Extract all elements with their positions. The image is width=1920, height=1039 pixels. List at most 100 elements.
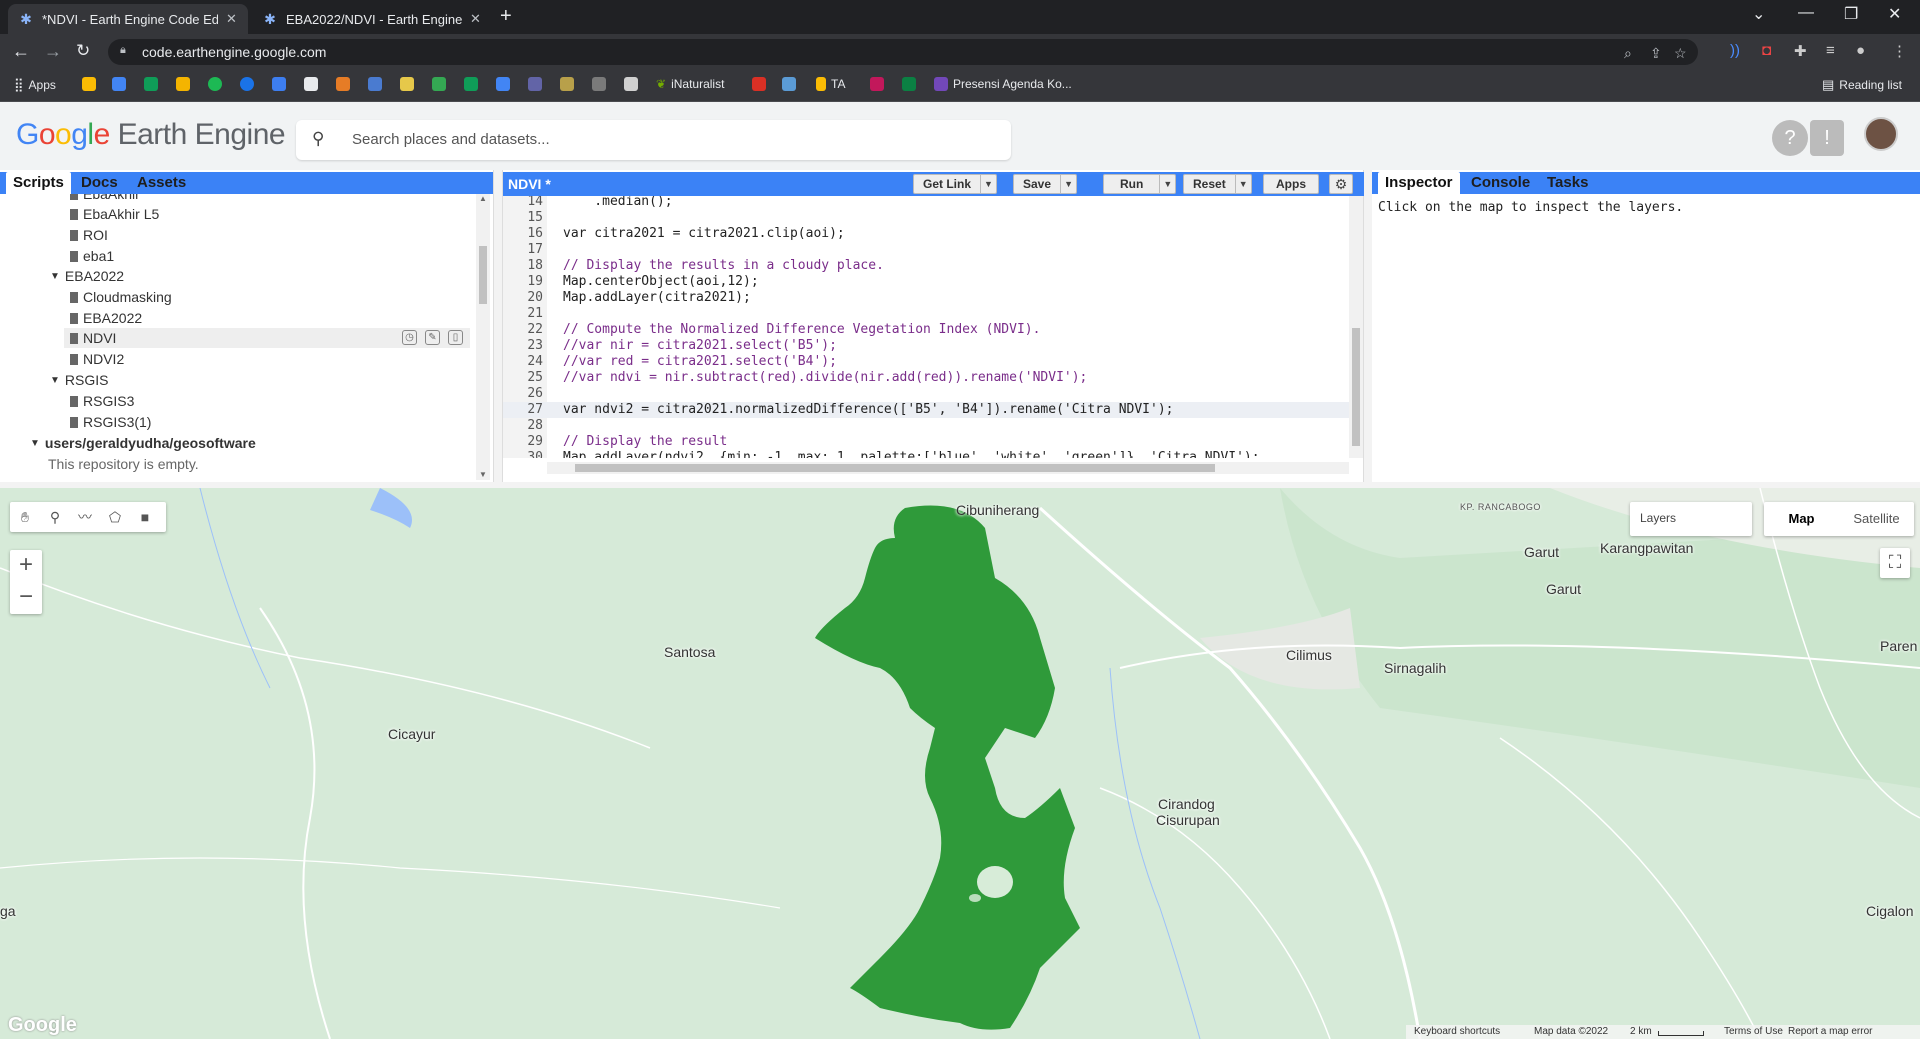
code-line[interactable]: 30 Map.addLayer(ndvi2, {min: -1, max: 1, … (503, 450, 1349, 458)
code-line[interactable]: 15 (503, 210, 1349, 226)
scale-label[interactable]: 2 km (1630, 1026, 1652, 1037)
scroll-down-icon[interactable]: ▼ (479, 470, 487, 479)
pan-hand-icon[interactable]: ✋︎ (10, 509, 40, 526)
map-type-map[interactable]: Map (1764, 502, 1839, 536)
browser-tab[interactable]: ✱ EBA2022/NDVI - Earth Engine Code ✕ (252, 4, 492, 34)
chevron-down-icon[interactable]: ▼ (1159, 175, 1175, 193)
bookmark-apps[interactable]: ⣿ Apps (14, 77, 56, 93)
code-line[interactable]: 20 Map.addLayer(citra2021); (503, 290, 1349, 306)
tree-item[interactable]: EBA2022 (70, 308, 142, 328)
earth-engine-logo[interactable]: Google Earth Engine (16, 118, 286, 152)
terms-link[interactable]: Terms of Use (1724, 1026, 1783, 1037)
media-queue-icon[interactable]: ≡ (1826, 42, 1835, 59)
report-error-link[interactable]: Report a map error (1788, 1026, 1872, 1037)
polygon-icon[interactable]: ⬠ (100, 509, 130, 526)
code-line[interactable]: 27 var ndvi2 = citra2021.normalizedDiffer… (503, 402, 1349, 418)
bookmark-icon[interactable] (902, 77, 916, 91)
left-scrollbar-thumb[interactable] (479, 246, 487, 304)
keyboard-shortcuts-link[interactable]: Keyboard shortcuts (1414, 1026, 1500, 1037)
bookmark-icon[interactable] (782, 77, 796, 91)
tree-item[interactable]: EbaAkhir (70, 194, 140, 204)
bookmark-icon[interactable] (870, 77, 884, 91)
drive-icon[interactable] (82, 77, 96, 91)
avatar[interactable] (1864, 117, 1898, 151)
bookmark-icon[interactable] (336, 77, 350, 91)
search-box[interactable]: ⚲ Search places and datasets... (296, 120, 1011, 160)
code-line[interactable]: 18 // Display the results in a cloudy pla… (503, 258, 1349, 274)
bookmark-icon[interactable] (400, 77, 414, 91)
code-line[interactable]: 17 (503, 242, 1349, 258)
tree-item[interactable]: NDVI2 (70, 349, 124, 369)
code-line[interactable]: 23 //var nir = citra2021.select('B5'); (503, 338, 1349, 354)
bookmark-icon[interactable] (560, 77, 574, 91)
new-tab-button[interactable]: + (500, 5, 512, 28)
run-button[interactable]: Run ▼ (1103, 174, 1177, 194)
bookmark-star-icon[interactable]: ☆ (1674, 45, 1687, 62)
back-icon[interactable]: ← (12, 41, 30, 62)
code-line[interactable]: 28 (503, 418, 1349, 434)
code-area[interactable]: 14 .median(); 15 16 var citra2021 = citra20… (503, 196, 1349, 458)
get-link-button[interactable]: Get Link ▼ (913, 174, 998, 194)
editor-horizontal-thumb[interactable] (575, 464, 1215, 472)
extension-icon[interactable]: )) (1730, 42, 1740, 59)
address-bar[interactable]: 🔒︎ code.earthengine.google.com ⌕ ⇪ ☆ (108, 39, 1698, 65)
tab-assets[interactable]: Assets (130, 172, 193, 194)
tab-tasks[interactable]: Tasks (1540, 172, 1595, 194)
delete-icon[interactable]: ▯ (448, 330, 463, 345)
tree-folder[interactable]: ▼ RSGIS (50, 370, 108, 390)
editor-horizontal-scrollbar[interactable] (547, 462, 1349, 474)
tab-close-icon[interactable]: ✕ (470, 11, 481, 27)
save-button[interactable]: Save ▼ (1013, 174, 1078, 194)
tree-item[interactable]: RSGIS3(1) (70, 412, 151, 432)
zoom-icon[interactable]: ⌕ (1624, 45, 1632, 62)
code-line[interactable]: 16 var citra2021 = citra2021.clip(aoi); (503, 226, 1349, 242)
line-icon[interactable]: 〰 (70, 507, 100, 527)
code-line[interactable]: 22 // Compute the Normalized Difference V… (503, 322, 1349, 338)
spotify-icon[interactable] (208, 77, 222, 91)
editor-vertical-thumb[interactable] (1352, 328, 1360, 446)
docs-icon[interactable] (112, 77, 126, 91)
menu-icon[interactable]: ⋮ (1892, 42, 1907, 60)
marker-icon[interactable]: ⚲ (40, 509, 70, 526)
bookmark-icon[interactable] (240, 77, 254, 91)
tree-repo[interactable]: ▼ users/geraldyudha/geosoftware (30, 433, 256, 453)
code-line[interactable]: 14 .median(); (503, 196, 1349, 210)
bookmark-icon[interactable] (368, 77, 382, 91)
restore-icon[interactable]: ❐ (1844, 4, 1858, 24)
zoom-in-button[interactable]: + (10, 550, 42, 582)
bookmark-icon[interactable] (304, 77, 318, 91)
code-line[interactable]: 19 Map.centerObject(aoi,12); (503, 274, 1349, 290)
slides-icon[interactable] (176, 77, 190, 91)
bookmark-inaturalist[interactable]: ❦ iNaturalist (656, 77, 724, 91)
tab-search-icon[interactable]: ⌄ (1752, 4, 1765, 24)
sheets-icon[interactable] (144, 77, 158, 91)
code-line[interactable]: 29 // Display the result (503, 434, 1349, 450)
tree-folder[interactable]: ▼ EBA2022 (50, 266, 124, 286)
tab-close-icon[interactable]: ✕ (226, 11, 237, 27)
search-input[interactable]: Search places and datasets... (352, 131, 550, 148)
tab-docs[interactable]: Docs (74, 172, 125, 194)
tree-item[interactable]: EbaAkhir L5 (70, 204, 159, 224)
bookmark-icon[interactable] (624, 77, 638, 91)
reset-button[interactable]: Reset ▼ (1183, 174, 1252, 194)
zoom-out-button[interactable]: − (10, 582, 42, 614)
layers-button[interactable]: Layers (1630, 502, 1752, 536)
tab-console[interactable]: Console (1464, 172, 1537, 194)
tree-item[interactable]: RSGIS3 (70, 391, 134, 411)
code-line[interactable]: 25 //var ndvi = nir.subtract(red).divide(… (503, 370, 1349, 386)
feedback-icon[interactable]: ! (1810, 120, 1844, 156)
close-window-icon[interactable]: ✕ (1888, 4, 1901, 24)
bookmark-icon[interactable] (272, 77, 286, 91)
bookmark-icon[interactable] (592, 77, 606, 91)
code-line[interactable]: 24 //var red = citra2021.select('B4'); (503, 354, 1349, 370)
teams-icon[interactable] (528, 77, 542, 91)
bookmark-icon[interactable] (464, 77, 478, 91)
map-view[interactable]: Cibuniherang KP. RANCABOGO Garut Karangp… (0, 488, 1920, 1039)
bookmark-icon[interactable] (752, 77, 766, 91)
pocket-icon[interactable]: ◘ (1762, 42, 1771, 59)
scroll-up-icon[interactable]: ▲ (479, 194, 487, 203)
profile-icon[interactable]: ● (1856, 42, 1865, 59)
bookmark-ta[interactable]: TA (816, 77, 845, 91)
rename-icon[interactable]: ✎ (425, 330, 440, 345)
reload-icon[interactable]: ↻ (76, 41, 90, 61)
